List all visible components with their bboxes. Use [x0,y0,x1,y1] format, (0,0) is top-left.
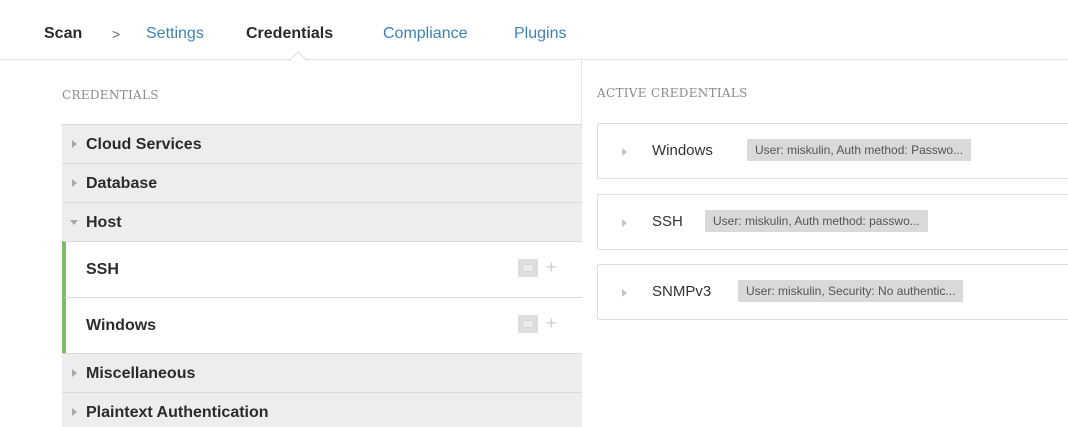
category-plaintext-authentication[interactable]: Plaintext Authentication [62,392,582,427]
category-label: Plaintext Authentication [86,404,269,421]
collapsed-triangle-icon [622,148,627,156]
collapsed-triangle-icon [622,289,627,297]
add-windows-credential-button[interactable]: + [546,313,557,333]
credential-summary-badge: User: miskulin, Auth method: passwo... [705,210,928,232]
credential-name: Windows [652,142,713,159]
category-label: Cloud Services [86,136,202,153]
category-database[interactable]: Database [62,163,582,202]
add-ssh-credential-button[interactable]: + [546,257,557,277]
active-tab-pointer-icon [288,50,308,61]
host-item-label: Windows [86,317,157,334]
collapsed-triangle-icon [72,369,77,377]
category-label: Miscellaneous [86,365,196,382]
expanded-triangle-icon [70,220,78,225]
active-credential-snmpv3[interactable]: SNMPv3 User: miskulin, Security: No auth… [597,264,1068,320]
tab-credentials[interactable]: Credentials [246,24,333,44]
scan-tab-bar: Scan > Settings Credentials Compliance P… [0,0,1068,60]
credential-summary-badge: User: miskulin, Auth method: Passwo... [747,139,972,161]
infinity-icon: ∞ [518,315,538,333]
category-miscellaneous[interactable]: Miscellaneous [62,353,582,392]
collapsed-triangle-icon [622,219,627,227]
category-host[interactable]: Host [62,202,582,241]
active-credentials-section-title: ACTIVE CREDENTIALS [597,86,748,100]
host-item-label: SSH [86,261,119,278]
category-cloud-services[interactable]: Cloud Services [62,124,582,163]
credential-name: SSH [652,213,683,230]
category-label: Database [86,175,158,192]
host-item-windows[interactable]: Windows ∞ + [62,297,582,353]
collapsed-triangle-icon [72,179,77,187]
infinity-icon: ∞ [518,259,538,277]
host-item-ssh[interactable]: SSH ∞ + [62,241,582,297]
category-label: Host [86,214,122,231]
breadcrumb-separator-icon: > [112,26,121,42]
breadcrumb-scan[interactable]: Scan [44,24,82,44]
credential-summary-badge: User: miskulin, Security: No authentic..… [738,280,964,302]
active-credential-windows[interactable]: Windows User: miskulin, Auth method: Pas… [597,123,1068,179]
tab-compliance[interactable]: Compliance [383,24,467,44]
collapsed-triangle-icon [72,408,77,416]
credential-name: SNMPv3 [652,283,712,300]
active-credential-ssh[interactable]: SSH User: miskulin, Auth method: passwo.… [597,194,1068,250]
tab-settings[interactable]: Settings [146,24,204,44]
credentials-section-title: CREDENTIALS [62,88,159,102]
collapsed-triangle-icon [72,140,77,148]
tab-plugins[interactable]: Plugins [514,24,566,44]
